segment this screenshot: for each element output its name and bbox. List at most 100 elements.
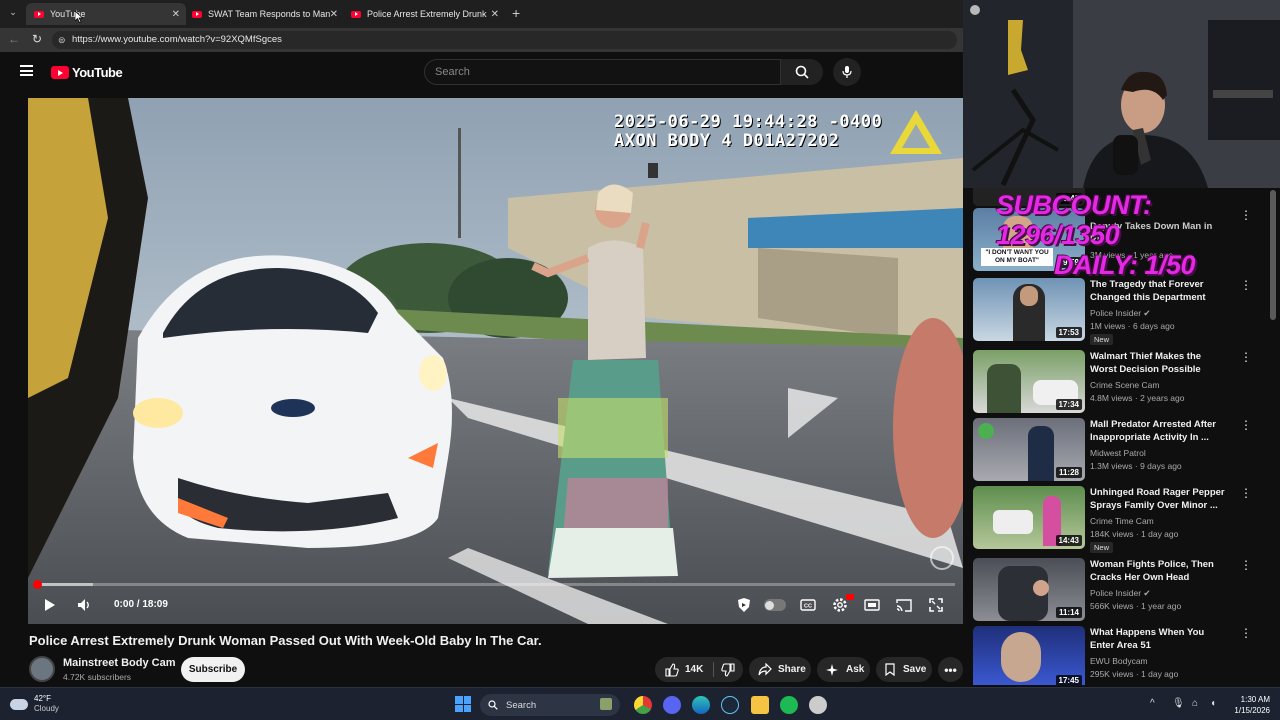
new-badge: New — [1090, 334, 1114, 345]
duration-badge: 11:14 — [1055, 607, 1082, 618]
channel-name[interactable]: Police Insider ✔ — [1090, 308, 1151, 319]
channel-name[interactable]: EWU Bodycam — [1090, 656, 1148, 666]
menu-icon[interactable] — [20, 65, 33, 76]
microphone-icon — [842, 66, 852, 78]
mic-tray-icon[interactable]: 🎙 — [1172, 698, 1185, 709]
share-icon — [758, 663, 772, 676]
clock[interactable]: 1:30 AM 1/15/2026 — [1228, 694, 1270, 716]
tab-youtube[interactable]: YouTube ✕ — [26, 3, 186, 25]
autoplay-toggle[interactable] — [764, 599, 786, 611]
thumbnail[interactable]: 14:43 — [973, 486, 1085, 549]
list-item[interactable]: 11:14 Woman Fights Police, Then Cracks H… — [973, 558, 1273, 622]
more-vertical-icon[interactable]: ⋮ — [1240, 486, 1252, 502]
url-field[interactable]: ⊜ https://www.youtube.com/watch?v=92XQMf… — [52, 31, 957, 49]
list-item[interactable]: 17:45 What Happens When You Enter Area 5… — [973, 626, 1273, 685]
video-title[interactable]: Walmart Thief Makes the Worst Decision P… — [1090, 350, 1230, 376]
like-button[interactable]: 14K — [655, 662, 713, 677]
thumbnail[interactable]: 11:14 — [973, 558, 1085, 621]
discord-icon[interactable] — [663, 696, 681, 714]
reload-icon[interactable]: ↻ — [32, 32, 42, 46]
youtube-favicon-icon — [192, 10, 202, 18]
fullscreen-button[interactable] — [927, 596, 945, 614]
volume-button[interactable] — [74, 595, 94, 615]
ask-button[interactable]: Ask — [817, 657, 870, 682]
channel-name[interactable]: Crime Scene Cam — [1090, 380, 1159, 390]
more-vertical-icon[interactable]: ⋮ — [1240, 558, 1252, 574]
clock-date: 1/15/2026 — [1234, 706, 1270, 715]
tab-police-arrest[interactable]: Police Arrest Extremely Drunk Wo ✕ — [345, 3, 505, 25]
more-actions-button[interactable]: ••• — [938, 657, 963, 682]
more-vertical-icon[interactable]: ⋮ — [1240, 350, 1252, 366]
new-tab-button[interactable]: + — [512, 5, 520, 21]
close-icon[interactable]: ✕ — [330, 9, 338, 20]
site-info-icon[interactable]: ⊜ — [58, 31, 66, 49]
back-arrow-icon[interactable]: ← — [8, 32, 20, 46]
list-item[interactable]: 17:53 The Tragedy that Forever Changed t… — [973, 278, 1273, 345]
address-bar-row: ← ↻ ⊜ https://www.youtube.com/watch?v=92… — [0, 28, 963, 52]
settings-button[interactable] — [831, 594, 854, 614]
video-title[interactable]: The Tragedy that Forever Changed this De… — [1090, 278, 1230, 304]
search-button[interactable] — [781, 59, 823, 85]
close-icon[interactable]: ✕ — [491, 9, 499, 20]
network-icon[interactable]: ⌂ — [1192, 698, 1198, 709]
cast-button[interactable] — [895, 597, 913, 613]
play-button[interactable] — [40, 595, 60, 615]
list-item[interactable]: 17:34 Walmart Thief Makes the Worst Deci… — [973, 350, 1273, 414]
subscriber-count: 4.72K subscribers — [63, 672, 132, 682]
video-title[interactable]: Mall Predator Arrested After Inappropria… — [1090, 418, 1230, 444]
bodycam-timestamp: 2025-06-29 19:44:28 -0400 — [614, 112, 883, 132]
channel-name[interactable]: Mainstreet Body Cam — [63, 657, 175, 669]
folder-icon[interactable] — [751, 696, 769, 714]
obs-icon[interactable] — [809, 696, 827, 714]
more-vertical-icon[interactable]: ⋮ — [1240, 278, 1252, 294]
miniplayer-button[interactable] — [863, 597, 881, 613]
video-title[interactable]: What Happens When You Enter Area 51 — [1090, 626, 1230, 652]
video-player[interactable]: 2025-06-29 19:44:28 -0400 AXON BODY 4 D0… — [28, 98, 963, 624]
youtube-header: YouTube Search — [0, 52, 963, 92]
search-input[interactable]: Search — [424, 59, 781, 85]
channel-name[interactable]: Crime Time Cam — [1090, 516, 1154, 526]
sponsorblock-button[interactable] — [735, 596, 753, 614]
avatar[interactable] — [29, 656, 55, 682]
list-item[interactable]: 11:28 Mall Predator Arrested After Inapp… — [973, 418, 1273, 482]
share-button[interactable]: Share — [749, 657, 811, 682]
taskbar-search[interactable]: Search — [480, 694, 620, 716]
tab-swat[interactable]: SWAT Team Responds to Man's 3r ✕ — [186, 3, 344, 25]
speaker-icon[interactable]: ◖ — [1210, 698, 1216, 709]
video-title[interactable]: Woman Fights Police, Then Cracks Her Own… — [1090, 558, 1230, 584]
voice-search-button[interactable] — [833, 58, 861, 86]
thumbnail[interactable]: 17:34 — [973, 350, 1085, 413]
steam-icon[interactable] — [721, 696, 739, 714]
save-button[interactable]: Save — [876, 657, 932, 682]
spotify-icon[interactable] — [780, 696, 798, 714]
thumbnail[interactable]: 17:45 — [973, 626, 1085, 685]
edge-icon[interactable] — [692, 696, 710, 714]
channel-name[interactable]: Police Insider ✔ — [1090, 588, 1151, 599]
tab-list-button[interactable]: ⌄ — [6, 7, 20, 21]
scrubber-handle[interactable] — [33, 580, 42, 589]
subcount-overlay: SUBCOUNT: 1296/1350 DAILY: 1/50 — [996, 190, 1280, 280]
video-title[interactable]: Unhinged Road Rager Pepper Sprays Family… — [1090, 486, 1230, 512]
more-vertical-icon[interactable]: ⋮ — [1240, 418, 1252, 434]
video-meta: 1M views · 6 days ago — [1090, 321, 1175, 331]
thumbnail[interactable]: 11:28 — [973, 418, 1085, 481]
weather-widget[interactable]: 42°F Cloudy — [10, 694, 59, 714]
channel-name[interactable]: Midwest Patrol — [1090, 448, 1146, 458]
bodycam-device-id: AXON BODY 4 D01A27202 — [614, 131, 840, 151]
dislike-button[interactable] — [714, 662, 735, 677]
chrome-icon[interactable] — [634, 696, 652, 714]
ask-label: Ask — [846, 664, 865, 675]
youtube-logo[interactable]: YouTube — [51, 65, 123, 80]
close-icon[interactable]: ✕ — [172, 9, 180, 20]
thumbnail[interactable]: 17:53 — [973, 278, 1085, 341]
tab-label: SWAT Team Responds to Man's 3r — [208, 9, 330, 19]
progress-bar[interactable] — [37, 583, 955, 586]
list-item[interactable]: 14:43 Unhinged Road Rager Pepper Sprays … — [973, 486, 1273, 553]
start-button[interactable] — [455, 696, 471, 712]
subcount-text: SUBCOUNT: 1296/1350 — [996, 190, 1152, 250]
more-vertical-icon[interactable]: ⋮ — [1240, 626, 1252, 642]
camera-watermark-icon — [930, 546, 954, 570]
captions-button[interactable]: CC — [799, 597, 817, 613]
tray-chevron-icon[interactable]: ^ — [1150, 698, 1155, 709]
subscribe-button[interactable]: Subscribe — [181, 657, 245, 682]
